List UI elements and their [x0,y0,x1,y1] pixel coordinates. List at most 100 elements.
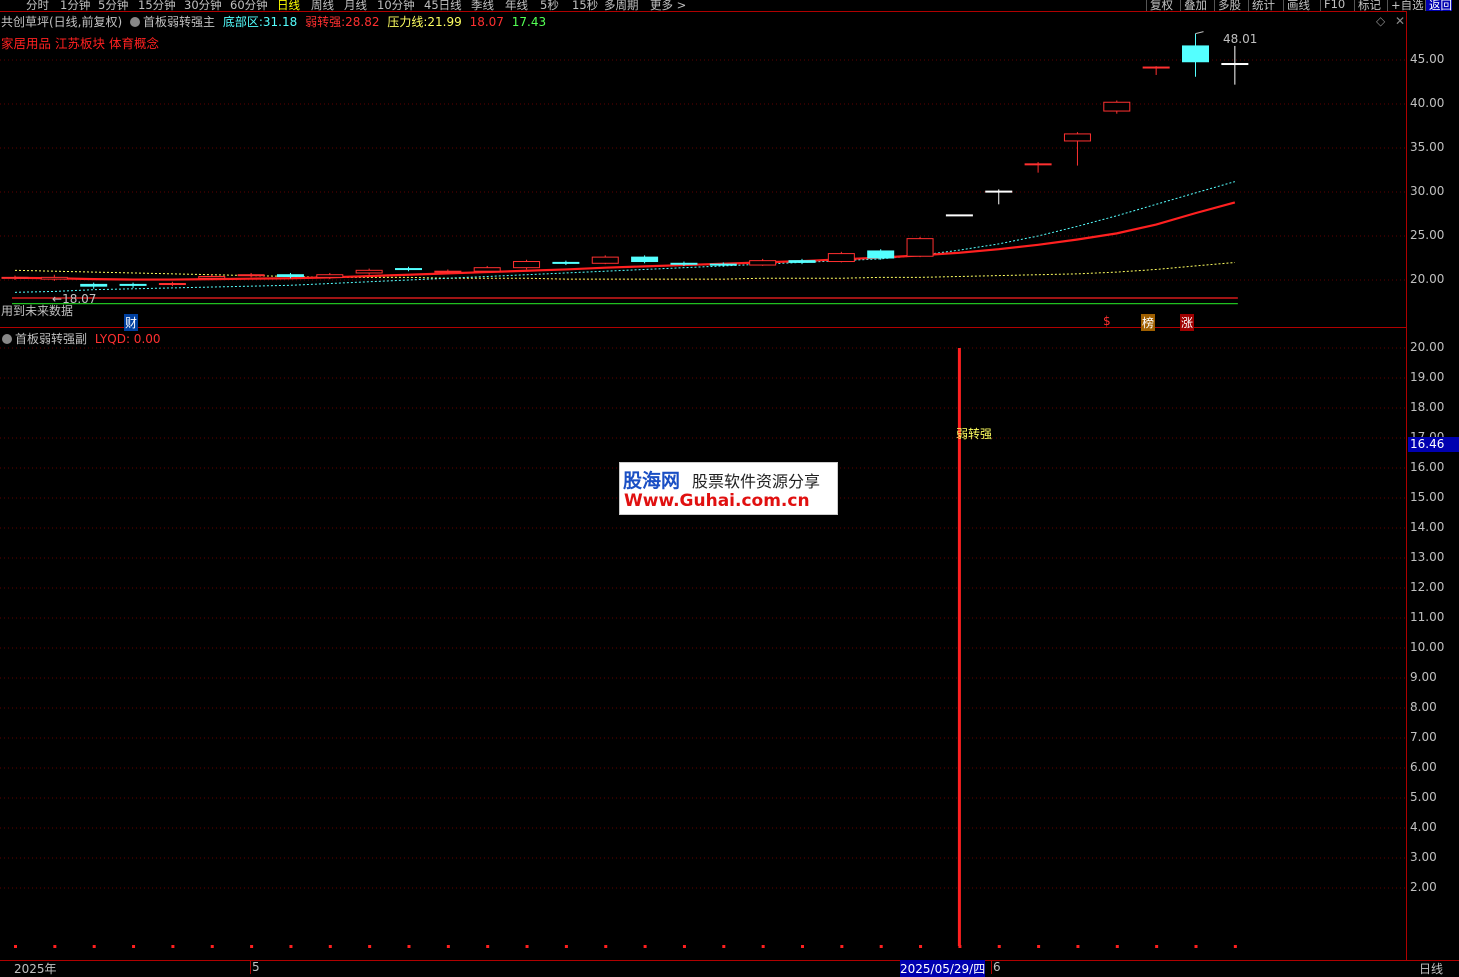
candle-body [316,274,344,278]
candle-body [276,274,304,277]
finance-marker[interactable]: 财 [124,314,139,331]
candle-body [513,261,541,269]
candle-body [985,190,1013,193]
sub-tick-label: 13.00 [1410,550,1445,564]
sub-baseline-dot [997,945,1001,948]
sub-baseline-dot [1194,945,1198,948]
sub-tick-label: 12.00 [1410,580,1445,594]
sub-baseline-dot [14,945,17,948]
sub-baseline-dot [53,945,57,948]
date-year: 2025年 [14,962,57,976]
sub-tick-label: 20.00 [1410,340,1445,354]
max-marker-line [1195,31,1204,35]
sub-tick-label: 2.00 [1410,880,1437,894]
sub-tick-label: 3.00 [1410,850,1437,864]
sub-baseline-dot [682,945,686,948]
sub-baseline-dot [761,945,765,948]
candle-body [827,253,855,263]
price-tick-label: 25.00 [1410,228,1445,242]
sub-baseline-dot [1037,945,1041,948]
candle-body [552,261,580,264]
sub-tick-label: 6.00 [1410,760,1437,774]
candle-body [591,256,619,264]
sub-baseline-dot [368,945,372,948]
price-tick-label: 40.00 [1410,96,1445,110]
sub-baseline-dot [289,945,293,948]
sub-tick-label: 4.00 [1410,820,1437,834]
rise-marker[interactable]: 涨 [1180,314,1195,331]
candle-body [237,274,265,277]
date-axis[interactable] [0,960,1459,976]
candle-body [40,276,68,280]
sub-baseline-dot [643,945,647,948]
sub-baseline-dot [1233,945,1237,948]
rank-marker[interactable]: 榜 [1141,314,1156,331]
sub-baseline-dot [879,945,883,948]
sub-baseline-dot [1076,945,1080,948]
date-month-6: 6 [991,960,1001,974]
ma-red-line [14,201,1236,281]
sub-tick-label: 5.00 [1410,790,1437,804]
watermark-url: Www.Guhai.com.cn [624,491,810,511]
sub-baseline-dot [1115,945,1119,948]
sub-baseline-dot [801,945,804,948]
date-selected: 2025/05/29/四 [900,960,986,977]
sub-baseline-dot [92,945,96,948]
candle-body [1142,66,1170,69]
sub-baseline-dot [525,945,529,948]
candle-body [434,270,462,273]
sub-baseline-dot [1155,945,1159,948]
sub-baseline-dot [840,945,844,948]
sub-baseline-dot [328,945,332,948]
sub-tick-label: 16.00 [1410,460,1445,474]
price-tick-label: 45.00 [1410,52,1445,66]
sub-tick-label: 19.00 [1410,370,1445,384]
sub-tick-label: 18.00 [1410,400,1445,414]
sub-tick-label: 8.00 [1410,700,1437,714]
candle-body [788,260,816,263]
candle-body [198,275,226,279]
candle-body [80,283,108,287]
candle-body [1,276,29,279]
sub-baseline-dot [446,945,450,948]
candle-body [1063,133,1091,142]
price-tick-label: 20.00 [1410,272,1445,286]
future-data-note: 用到未来数据 [1,304,74,318]
price-tick-label: 30.00 [1410,184,1445,198]
candle-body [473,267,501,272]
sub-tick-label: 15.00 [1410,490,1445,504]
candle-body [158,283,186,286]
watermark-slogan: 股票软件资源分享 [692,472,821,491]
crosshair-value: 16.46 [1408,437,1459,452]
candle-body [906,238,934,257]
max-price-marker: 48.01 [1223,32,1258,46]
weak-to-strong-signal-label: 弱转强 [956,427,993,441]
candle-body [670,262,698,265]
sub-tick-label: 11.00 [1410,610,1445,624]
sub-baseline-dot [486,945,490,948]
sub-baseline-dot [407,945,411,948]
watermark-brand: 股海网 [623,470,681,492]
ma-cyan-line [14,181,1235,293]
candle-body [867,250,895,259]
dollar-marker[interactable]: $ [1103,314,1111,328]
candle-body [709,263,737,266]
candle-body [945,214,973,217]
sub-baseline-dot [604,945,608,948]
sub-baseline-dot [958,945,962,948]
candle-body [749,260,777,266]
watermark-logo: 股海网 股票软件资源分享 Www.Guhai.com.cn [619,462,838,515]
sub-tick-label: 10.00 [1410,640,1445,654]
period-label[interactable]: 日线 [1419,960,1443,977]
sub-tick-label: 7.00 [1410,730,1437,744]
sub-tick-label: 9.00 [1410,670,1437,684]
sub-baseline-dot [250,945,254,948]
candle-body [1103,101,1131,112]
sub-baseline-dot [722,945,726,948]
candle-body [1221,63,1249,66]
candle-body [1024,163,1052,166]
sub-baseline-dot [564,945,568,948]
sub-baseline-dot [132,945,136,948]
sub-baseline-dot [210,945,214,948]
candle-body [631,256,659,263]
